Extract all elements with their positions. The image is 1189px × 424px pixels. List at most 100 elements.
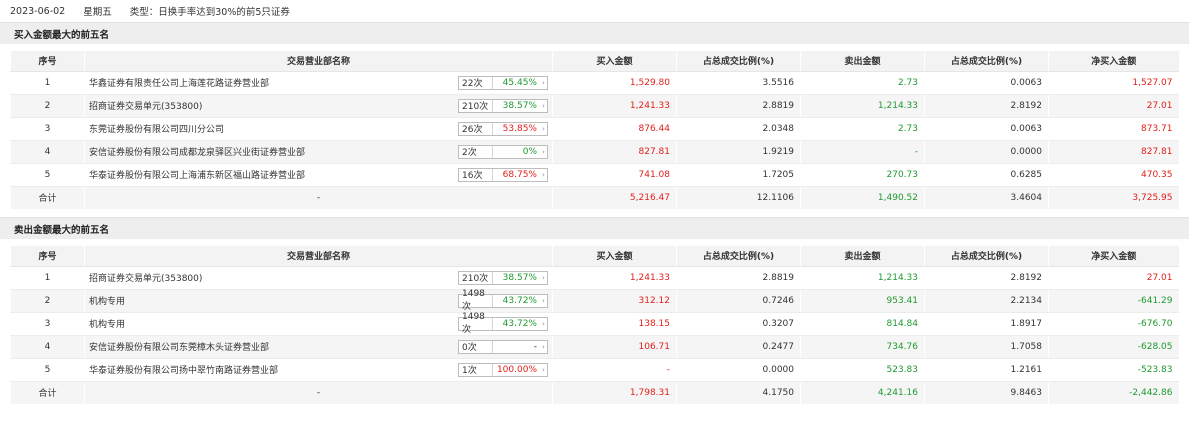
branch-name[interactable]: 机构专用 — [89, 294, 125, 307]
win-rate: 38.57% — [502, 100, 537, 111]
win-rate: 100.00% — [496, 364, 537, 375]
branch-name[interactable]: 华鑫证券有限责任公司上海莲花路证券营业部 — [89, 76, 269, 89]
buy-ratio: 2.8819 — [676, 266, 801, 290]
net-buy-amount: 873.71 — [1048, 117, 1179, 141]
buy-amount: 1,241.33 — [552, 94, 677, 118]
win-rate: 43.72% — [502, 318, 537, 329]
win-rate: 68.75% — [502, 169, 537, 180]
branch-stats-badge[interactable]: 22次 45.45% › — [458, 75, 548, 90]
win-rate: 43.72% — [502, 295, 537, 306]
branch-stats-badge[interactable]: 2次 0% › — [458, 144, 548, 159]
branch-stats-badge[interactable]: 1498次 43.72% › — [458, 289, 548, 312]
win-rate: - — [533, 341, 537, 352]
branch-cell: 安信证券股份有限公司成都龙泉驿区兴业街证券营业部 2次 0% › — [84, 140, 553, 164]
chevron-right-icon: › — [542, 78, 545, 87]
branch-stats-badge[interactable]: 210次 38.57% › — [458, 98, 548, 113]
buy-top5-table: 序号 交易营业部名称 买入金额 占总成交比例(%) 卖出金额 占总成交比例(%)… — [10, 51, 1179, 209]
table-row: 1 华鑫证券有限责任公司上海莲花路证券营业部 22次 45.45% › 1,52… — [10, 71, 1179, 95]
branch-cell: 华泰证券股份有限公司扬中翠竹南路证券营业部 1次 100.00% › — [84, 358, 553, 382]
branch-stats-badge[interactable]: 16次 68.75% › — [458, 167, 548, 182]
table-row: 3 机构专用 1498次 43.72% › 138.15 0.3207 814.… — [10, 312, 1179, 336]
table-header-row: 序号 交易营业部名称 买入金额 占总成交比例(%) 卖出金额 占总成交比例(%)… — [10, 51, 1179, 72]
net-buy-amount: -676.70 — [1048, 312, 1179, 336]
win-rate: 53.85% — [502, 123, 537, 134]
table-row: 4 安信证券股份有限公司成都龙泉驿区兴业街证券营业部 2次 0% › 827.8… — [10, 140, 1179, 164]
appearance-count: 1次 — [459, 363, 493, 376]
weekday: 星期五 — [83, 7, 112, 18]
sell-amount: 953.41 — [800, 289, 925, 313]
table-row: 2 机构专用 1498次 43.72% › 312.12 0.7246 953.… — [10, 289, 1179, 313]
col-header-sell-ratio: 占总成交比例(%) — [924, 246, 1049, 267]
branch-cell: 招商证券交易单元(353800) 210次 38.57% › — [84, 94, 553, 118]
col-header-name: 交易营业部名称 — [84, 246, 553, 267]
sell-ratio: 0.0000 — [924, 140, 1049, 164]
table-row: 2 招商证券交易单元(353800) 210次 38.57% › 1,241.3… — [10, 94, 1179, 118]
sell-ratio: 0.0063 — [924, 71, 1049, 95]
col-header-sell-ratio: 占总成交比例(%) — [924, 51, 1049, 72]
sell-ratio: 0.0063 — [924, 117, 1049, 141]
branch-stats-badge[interactable]: 1次 100.00% › — [458, 362, 548, 377]
row-index: 5 — [10, 358, 85, 382]
total-buy-ratio: 4.1750 — [676, 381, 801, 404]
buy-amount: 876.44 — [552, 117, 677, 141]
net-buy-amount: -523.83 — [1048, 358, 1179, 382]
buy-ratio: 0.2477 — [676, 335, 801, 359]
chevron-right-icon: › — [542, 124, 545, 133]
sell-amount: 814.84 — [800, 312, 925, 336]
buy-amount: 106.71 — [552, 335, 677, 359]
sell-table-body: 1 招商证券交易单元(353800) 210次 38.57% › 1,241.3… — [10, 266, 1179, 404]
branch-stats-badge[interactable]: 0次 - › — [458, 339, 548, 354]
branch-name[interactable]: 招商证券交易单元(353800) — [89, 99, 202, 112]
branch-stats-badge[interactable]: 210次 38.57% › — [458, 270, 548, 285]
net-buy-amount: 827.81 — [1048, 140, 1179, 164]
branch-cell: 机构专用 1498次 43.72% › — [84, 289, 553, 313]
sell-ratio: 1.2161 — [924, 358, 1049, 382]
table-row: 4 安信证券股份有限公司东莞樟木头证券营业部 0次 - › 106.71 0.2… — [10, 335, 1179, 359]
buy-ratio: 2.8819 — [676, 94, 801, 118]
branch-name[interactable]: 机构专用 — [89, 317, 125, 330]
branch-name[interactable]: 华泰证券股份有限公司扬中翠竹南路证券营业部 — [89, 363, 278, 376]
branch-cell: 招商证券交易单元(353800) 210次 38.57% › — [84, 266, 553, 290]
total-row: 合计 - 1,798.31 4.1750 4,241.16 9.8463 -2,… — [10, 381, 1179, 404]
branch-name[interactable]: 华泰证券股份有限公司上海浦东新区福山路证券营业部 — [89, 168, 305, 181]
branch-name[interactable]: 安信证券股份有限公司成都龙泉驿区兴业街证券营业部 — [89, 145, 305, 158]
sell-section-title: 卖出金额最大的前五名 — [0, 217, 1189, 239]
sell-amount: 523.83 — [800, 358, 925, 382]
total-label: 合计 — [10, 186, 85, 209]
total-buy-amount: 5,216.47 — [552, 186, 677, 209]
branch-name[interactable]: 招商证券交易单元(353800) — [89, 271, 202, 284]
buy-ratio: 1.9219 — [676, 140, 801, 164]
trade-date: 2023-06-02 — [10, 5, 66, 17]
appearance-count: 26次 — [459, 122, 493, 135]
net-buy-amount: 27.01 — [1048, 266, 1179, 290]
branch-cell: 华鑫证券有限责任公司上海莲花路证券营业部 22次 45.45% › — [84, 71, 553, 95]
table-row: 5 华泰证券股份有限公司上海浦东新区福山路证券营业部 16次 68.75% › … — [10, 163, 1179, 187]
table-header-row: 序号 交易营业部名称 买入金额 占总成交比例(%) 卖出金额 占总成交比例(%)… — [10, 246, 1179, 267]
branch-stats-badge[interactable]: 1498次 43.72% › — [458, 312, 548, 335]
row-index: 3 — [10, 117, 85, 141]
buy-amount: 312.12 — [552, 289, 677, 313]
buy-ratio: 1.7205 — [676, 163, 801, 187]
buy-amount: 827.81 — [552, 140, 677, 164]
win-rate: 0% — [522, 146, 537, 157]
sell-amount: 1,214.33 — [800, 94, 925, 118]
total-buy-ratio: 12.1106 — [676, 186, 801, 209]
appearance-count: 16次 — [459, 168, 493, 181]
chevron-right-icon: › — [542, 342, 545, 351]
col-header-buy-ratio: 占总成交比例(%) — [676, 246, 801, 267]
chevron-right-icon: › — [542, 101, 545, 110]
row-index: 5 — [10, 163, 85, 187]
sell-ratio: 2.8192 — [924, 266, 1049, 290]
appearance-count: 22次 — [459, 76, 493, 89]
col-header-sell: 卖出金额 — [800, 246, 925, 267]
chevron-right-icon: › — [542, 147, 545, 156]
col-header-name: 交易营业部名称 — [84, 51, 553, 72]
branch-name[interactable]: 东莞证券股份有限公司四川分公司 — [89, 122, 224, 135]
total-net-amount: -2,442.86 — [1048, 381, 1179, 404]
branch-name[interactable]: 安信证券股份有限公司东莞樟木头证券营业部 — [89, 340, 269, 353]
sell-amount: 1,214.33 — [800, 266, 925, 290]
total-sell-ratio: 9.8463 — [924, 381, 1049, 404]
appearance-count: 1498次 — [459, 289, 493, 312]
col-header-index: 序号 — [10, 246, 85, 267]
branch-stats-badge[interactable]: 26次 53.85% › — [458, 121, 548, 136]
